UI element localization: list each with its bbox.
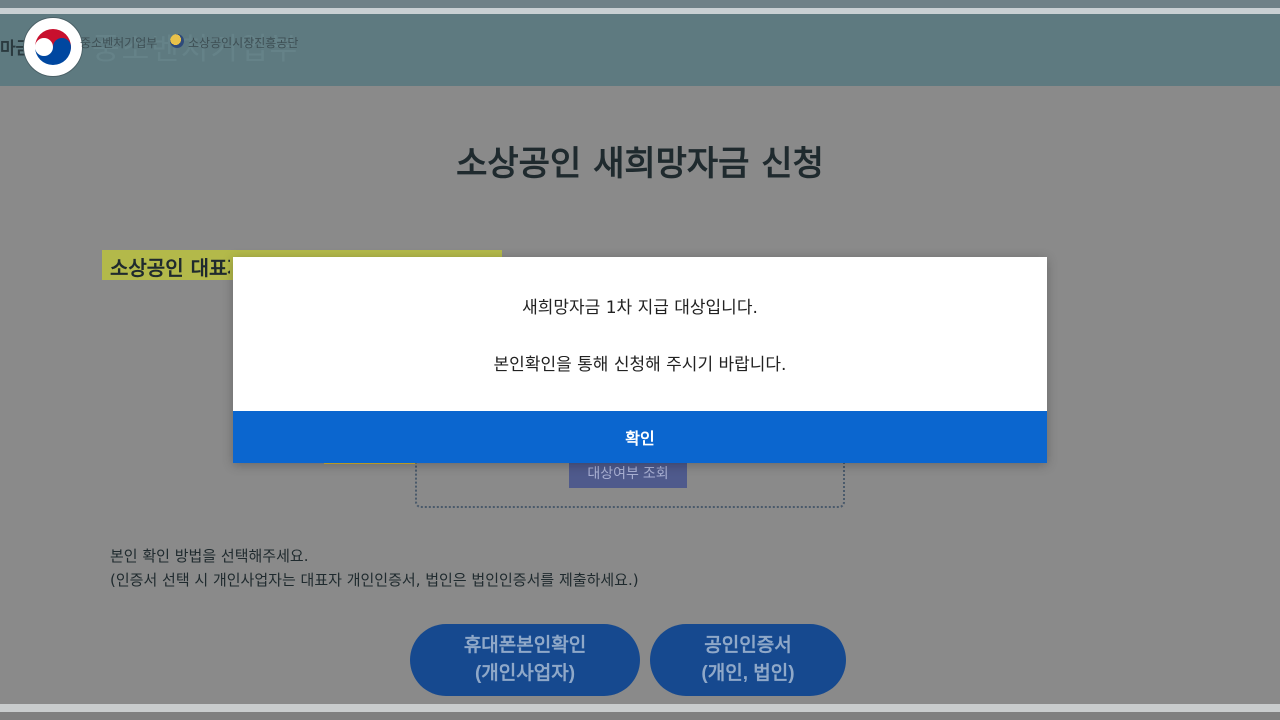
government-emblem-icon[interactable] bbox=[24, 18, 82, 76]
frame-bottom-bar bbox=[0, 712, 1280, 720]
site-header: 마금 중소벤처기업부 중소벤처기업부 소상공인시장진흥공단 bbox=[0, 14, 1280, 86]
frame-bottom-line bbox=[0, 704, 1280, 712]
phone-auth-sublabel: (개인사업자) bbox=[474, 663, 576, 684]
dialog-confirm-button[interactable]: 확인 bbox=[233, 411, 1047, 463]
dialog-message-2: 본인확인을 통해 신청해 주시기 바랍니다. bbox=[493, 355, 787, 375]
page-title: 소상공인 새희망자금 신청 bbox=[456, 144, 824, 184]
phone-auth-label: 휴대폰본인확인 bbox=[463, 635, 587, 656]
phone-auth-button[interactable]: 휴대폰본인확인 (개인사업자) bbox=[410, 624, 640, 696]
frame-top-bar bbox=[0, 0, 1280, 8]
certificate-auth-sublabel: (개인, 법인) bbox=[701, 663, 795, 684]
ministry-name[interactable]: 중소벤처기업부 bbox=[80, 34, 157, 51]
dialog-message-1: 새희망자금 1차 지급 대상입니다. bbox=[522, 298, 758, 318]
auth-instructions: 본인 확인 방법을 선택해주세요. (인증서 선택 시 개인사업자는 대표자 개… bbox=[110, 544, 639, 592]
agency-logo-icon bbox=[170, 34, 184, 48]
certificate-auth-label: 공인인증서 bbox=[704, 635, 792, 656]
alert-dialog: 새희망자금 1차 지급 대상입니다. 본인확인을 통해 신청해 주시기 바랍니다… bbox=[233, 257, 1047, 463]
instruction-line-2: (인증서 선택 시 개인사업자는 대표자 개인인증서, 법인은 법인인증서를 제… bbox=[110, 571, 639, 589]
instruction-line-1: 본인 확인 방법을 선택해주세요. bbox=[110, 547, 309, 565]
agency-name[interactable]: 소상공인시장진흥공단 bbox=[188, 34, 298, 51]
highlight-heading: 소상공인 대표자 bbox=[110, 256, 230, 280]
certificate-auth-button[interactable]: 공인인증서 (개인, 법인) bbox=[650, 624, 846, 696]
